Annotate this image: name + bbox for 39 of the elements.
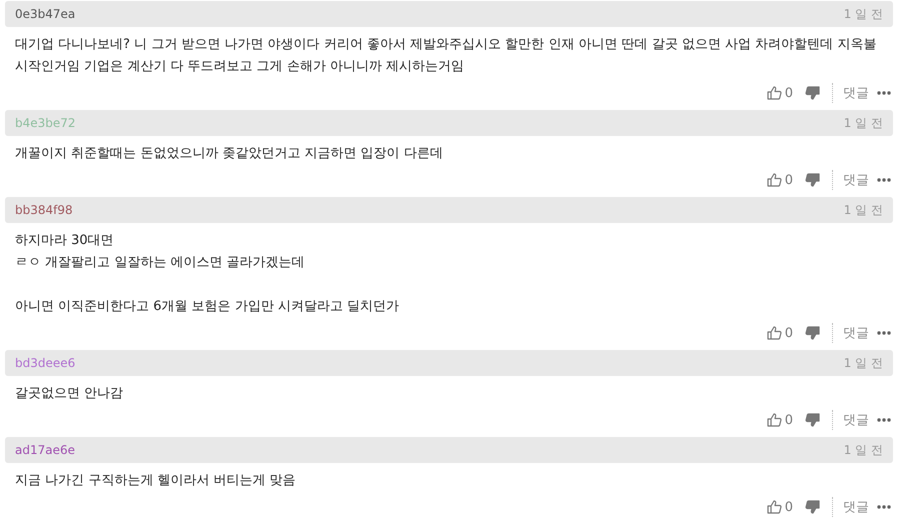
author-name[interactable]: 0e3b47ea	[15, 7, 76, 21]
like-count: 0	[784, 86, 793, 100]
thumbs-down-icon[interactable]	[805, 413, 820, 427]
timestamp: 1 일 전	[844, 354, 883, 372]
comment-text: 지금 나가긴 구직하는게 헬이라서 버티는게 맞음	[14, 472, 297, 490]
like-count: 0	[784, 326, 793, 340]
thumbs-down-icon[interactable]	[805, 86, 820, 100]
thumbs-up-icon[interactable]	[766, 413, 782, 427]
like-count: 0	[784, 172, 793, 188]
like-count: 0	[784, 412, 793, 428]
more-icon[interactable]	[877, 91, 891, 95]
author-name[interactable]: bd3deee6	[15, 356, 76, 370]
timestamp: 1 일 전	[844, 442, 883, 458]
author-name[interactable]: bb384f98	[15, 203, 73, 217]
reply-link[interactable]: 댓글	[843, 411, 869, 429]
reply-link[interactable]: 댓글	[843, 84, 869, 102]
thumbs-down-icon[interactable]	[805, 173, 820, 187]
comment-text: 대기업 다니나보네? 니 그거 받으면 나가면 야생이다 커리어 좋아서 제발와주십시오 할만한 인재 아니면 딴데 갈곳 없으면 사업 차려야할텐데 지옥불 시작인거임 기업은 계산기 다 뚜드려보고 그게 손해가 아니니까 제시하는거임	[14, 36, 878, 76]
thumbs-down-icon[interactable]	[805, 326, 820, 340]
thumbs-down-icon[interactable]	[805, 500, 820, 514]
reply-link[interactable]: 댓글	[843, 498, 869, 516]
more-icon[interactable]	[877, 331, 891, 335]
thumbs-up-icon[interactable]	[766, 500, 782, 514]
reply-link[interactable]: 댓글	[843, 171, 869, 189]
comment-text: 개꿀이지 취준할때는 돈없었으니까 좆같았던거고 지금하면 입장이 다른데	[14, 145, 444, 163]
thumbs-up-icon[interactable]	[766, 326, 782, 340]
timestamp: 1 일 전	[844, 202, 883, 218]
reply-link[interactable]: 댓글	[843, 324, 869, 342]
like-count: 0	[784, 500, 793, 514]
more-icon[interactable]	[877, 505, 891, 509]
more-icon[interactable]	[877, 178, 891, 182]
timestamp: 1 일 전	[844, 114, 883, 132]
comment-text: 갈곳없으면 안나감	[14, 385, 124, 403]
more-icon[interactable]	[877, 418, 891, 422]
thumbs-up-icon[interactable]	[766, 173, 782, 187]
author-name[interactable]: ad17ae6e	[15, 443, 75, 457]
timestamp: 1 일 전	[844, 6, 883, 22]
thumbs-up-icon[interactable]	[766, 86, 782, 100]
comment-text: 하지마라 30대면 ㄹㅇ 개잘팔리고 일잘하는 에이스면 골라가겠는데 아니면 이직준비한다고 6개월 보험은 가입만 시켜달라고 딜치던가	[14, 232, 400, 316]
